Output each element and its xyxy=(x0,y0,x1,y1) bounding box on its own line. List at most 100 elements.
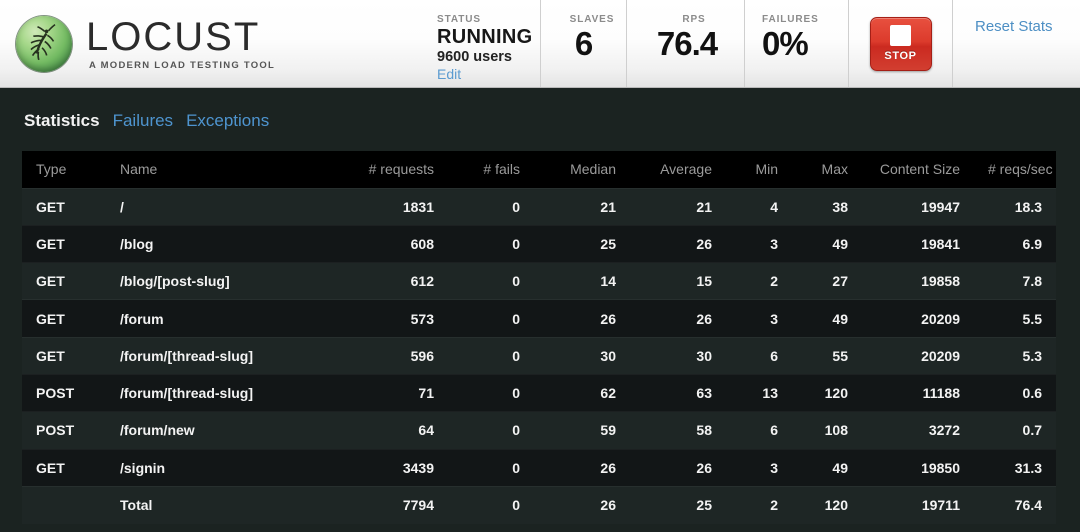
cell-min: 3 xyxy=(726,224,792,263)
table-header-row: Type Name # requests # fails Median Aver… xyxy=(22,151,1056,188)
cell-max: 55 xyxy=(792,336,862,375)
stat-failures-value: 0% xyxy=(762,25,809,62)
cell-type: GET xyxy=(22,336,106,375)
column-header-fails[interactable]: # fails xyxy=(448,151,534,188)
cell-reqs-sec: 0.7 xyxy=(974,411,1056,450)
cell-median: 25 xyxy=(534,224,630,263)
cell-max: 49 xyxy=(792,299,862,338)
cell-name: / xyxy=(106,187,320,226)
tab-statistics[interactable]: Statistics xyxy=(24,111,100,131)
stat-status-label: STATUS xyxy=(437,14,481,25)
tab-bar: Statistics Failures Exceptions xyxy=(22,88,1058,151)
cell-requests: 596 xyxy=(320,336,448,375)
cell-name: /forum/new xyxy=(106,411,320,450)
statistics-table: Type Name # requests # fails Median Aver… xyxy=(22,151,1056,524)
tab-failures[interactable]: Failures xyxy=(113,111,173,131)
cell-type: GET xyxy=(22,224,106,263)
stat-slaves-value: 6 xyxy=(574,25,593,62)
cell-type: GET xyxy=(22,187,106,226)
cell-average: 25 xyxy=(630,485,726,524)
column-header-name[interactable]: Name xyxy=(106,151,320,188)
cell-content-size: 19858 xyxy=(862,262,974,300)
cell-type: POST xyxy=(22,411,106,450)
cell-content-size: 3272 xyxy=(862,411,974,450)
cell-fails: 0 xyxy=(448,187,534,226)
cell-median: 59 xyxy=(534,411,630,450)
table-row: GET/forum 573 0 26 26 3 49 20209 5.5 xyxy=(22,299,1056,338)
tab-exceptions[interactable]: Exceptions xyxy=(186,111,269,131)
stat-failures: FAILURES 0% xyxy=(744,0,848,87)
table-row: GET/1831 0 21 21 4 38 19947 18.3 xyxy=(22,187,1056,226)
cell-content-size: 19711 xyxy=(862,485,974,524)
column-header-median[interactable]: Median xyxy=(534,151,630,188)
cell-fails: 0 xyxy=(448,336,534,375)
table-body: GET/1831 0 21 21 4 38 19947 18.3 GET/blog 608 0 25 2… xyxy=(22,187,1056,524)
cell-median: 14 xyxy=(534,262,630,300)
stat-failures-label: FAILURES xyxy=(762,14,819,25)
cell-content-size: 20209 xyxy=(862,299,974,338)
edit-link[interactable]: Edit xyxy=(437,66,540,83)
stop-button-label: STOP xyxy=(884,50,917,62)
table-row: GET/blog/[post-slug] 612 0 14 15 2 27 19858 7.8 xyxy=(22,262,1056,300)
stat-rps: RPS 76.4 xyxy=(626,0,744,87)
column-header-max[interactable]: Max xyxy=(792,151,862,188)
cell-content-size: 19841 xyxy=(862,224,974,263)
cell-content-size: 11188 xyxy=(862,373,974,412)
stop-square-icon xyxy=(890,25,911,46)
cell-min: 3 xyxy=(726,299,792,338)
cell-median: 26 xyxy=(534,448,630,487)
table-row: POST/forum/[thread-slug] 71 0 62 63 13 120 1118… xyxy=(22,373,1056,412)
cell-reqs-sec: 76.4 xyxy=(974,485,1056,524)
logo-block: LOCUST A MODERN LOAD TESTING TOOL xyxy=(0,0,420,87)
cell-reqs-sec: 18.3 xyxy=(974,187,1056,226)
column-header-min[interactable]: Min xyxy=(726,151,792,188)
cell-name: /blog xyxy=(106,224,320,263)
cell-min: 2 xyxy=(726,262,792,300)
cell-reqs-sec: 5.3 xyxy=(974,336,1056,375)
cell-median: 21 xyxy=(534,187,630,226)
cell-name: /forum xyxy=(106,299,320,338)
cell-max: 120 xyxy=(792,373,862,412)
stop-button[interactable]: STOP xyxy=(869,16,932,71)
cell-reqs-sec: 0.6 xyxy=(974,373,1056,412)
column-header-content-size[interactable]: Content Size xyxy=(862,151,974,188)
table-row: GET/forum/[thread-slug] 596 0 30 30 6 55 20209 5… xyxy=(22,336,1056,375)
cell-name: /forum/[thread-slug] xyxy=(106,373,320,412)
cell-reqs-sec: 7.8 xyxy=(974,262,1056,300)
cell-name: /blog/[post-slug] xyxy=(106,262,320,300)
column-header-requests[interactable]: # requests xyxy=(320,151,448,188)
column-header-average[interactable]: Average xyxy=(630,151,726,188)
cell-fails: 0 xyxy=(448,485,534,524)
cell-fails: 0 xyxy=(448,262,534,300)
stat-slaves: SLAVES 6 xyxy=(540,0,626,87)
cell-average: 26 xyxy=(630,299,726,338)
table-row: GET/blog 608 0 25 26 3 49 19841 6.9 xyxy=(22,224,1056,263)
cell-type: GET xyxy=(22,262,106,300)
cell-median: 26 xyxy=(534,485,630,524)
cell-min: 13 xyxy=(726,373,792,412)
column-header-reqs-sec[interactable]: # reqs/sec xyxy=(974,151,1056,188)
cell-fails: 0 xyxy=(448,448,534,487)
cell-requests: 7794 xyxy=(320,485,448,524)
cell-content-size: 19850 xyxy=(862,448,974,487)
cell-max: 49 xyxy=(792,224,862,263)
column-header-type[interactable]: Type xyxy=(22,151,106,188)
cell-min: 2 xyxy=(726,485,792,524)
table-row-total: Total 7794 0 26 25 2 120 19711 76.4 xyxy=(22,485,1056,524)
app-header: LOCUST A MODERN LOAD TESTING TOOL STATUS… xyxy=(0,0,1080,88)
cell-requests: 71 xyxy=(320,373,448,412)
cell-average: 58 xyxy=(630,411,726,450)
cell-reqs-sec: 5.5 xyxy=(974,299,1056,338)
main-content: Statistics Failures Exceptions Type Name… xyxy=(0,88,1080,524)
table-row: GET/signin 3439 0 26 26 3 49 19850 31.3 xyxy=(22,448,1056,487)
cell-requests: 612 xyxy=(320,262,448,300)
cell-reqs-sec: 6.9 xyxy=(974,224,1056,263)
reset-stats-link[interactable]: Reset Stats xyxy=(975,18,1053,35)
cell-max: 49 xyxy=(792,448,862,487)
reset-stats-cell: Reset Stats xyxy=(952,0,1080,87)
cell-average: 63 xyxy=(630,373,726,412)
cell-content-size: 19947 xyxy=(862,187,974,226)
cell-content-size: 20209 xyxy=(862,336,974,375)
logo-tagline: A MODERN LOAD TESTING TOOL xyxy=(89,59,276,71)
cell-max: 120 xyxy=(792,485,862,524)
